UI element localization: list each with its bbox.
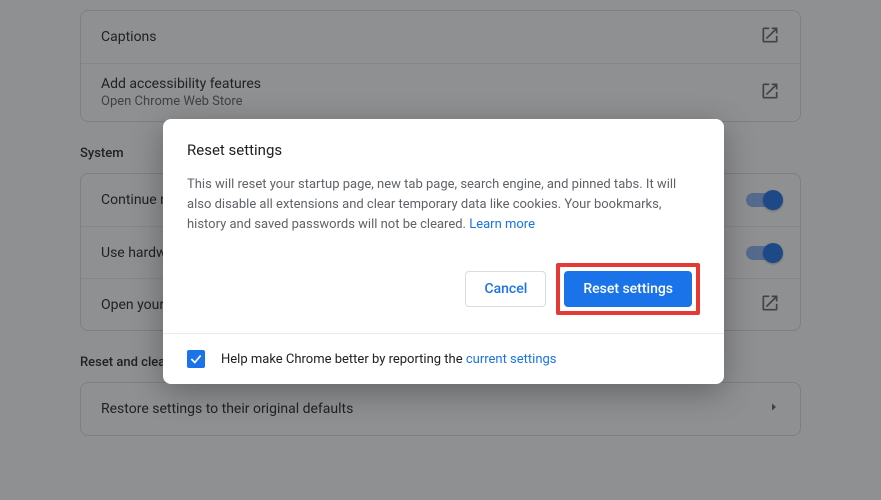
footer-prefix: Help make Chrome better by reporting the [221, 352, 466, 367]
dialog-description: This will reset your startup page, new t… [187, 177, 676, 232]
reset-settings-dialog: Reset settings This will reset your star… [163, 119, 724, 384]
current-settings-link[interactable]: current settings [466, 352, 557, 367]
dialog-title: Reset settings [187, 141, 700, 159]
cancel-button[interactable]: Cancel [465, 271, 546, 307]
reset-settings-button[interactable]: Reset settings [564, 271, 692, 307]
footer-text: Help make Chrome better by reporting the… [221, 352, 557, 367]
annotation-highlight: Reset settings [556, 263, 700, 315]
learn-more-link[interactable]: Learn more [469, 217, 535, 232]
dialog-body-text: This will reset your startup page, new t… [187, 175, 700, 235]
report-checkbox[interactable] [187, 350, 205, 368]
